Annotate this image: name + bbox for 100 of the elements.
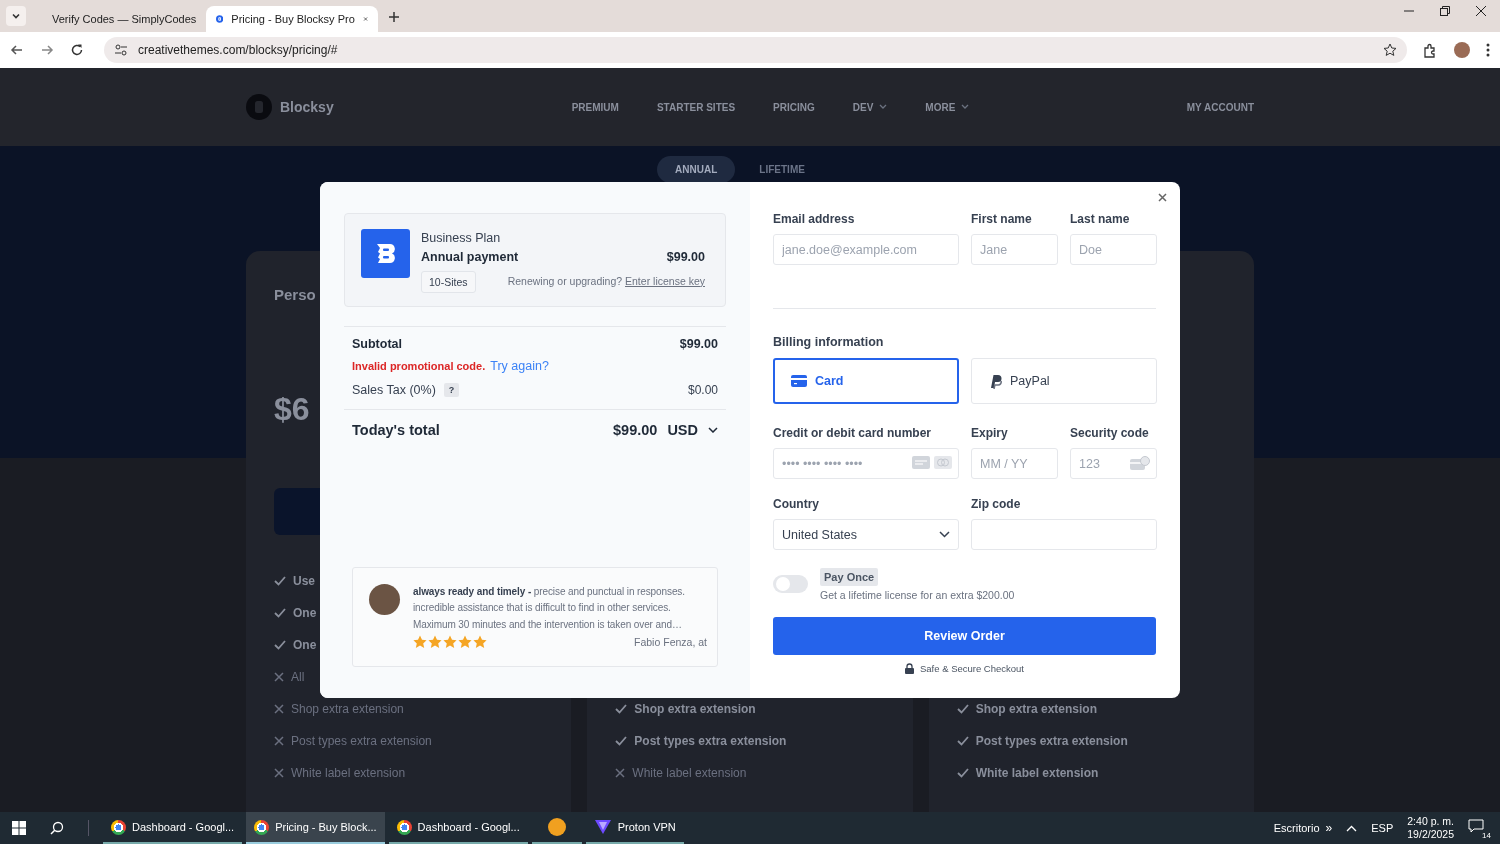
clock-time[interactable]: 2:40 p. m.	[1407, 815, 1454, 828]
tax-label: Sales Tax (0%)	[352, 383, 436, 397]
feature-text: Post types extra extension	[291, 734, 432, 748]
feature-text: Use	[293, 574, 315, 588]
toolbar-overflow[interactable]: »	[1325, 821, 1333, 835]
feature-text: One	[293, 606, 317, 620]
feature-text: One	[293, 638, 317, 652]
site-info-icon[interactable]	[114, 44, 128, 56]
feature-text: White label extension	[975, 766, 1099, 780]
extensions-icon[interactable]	[1423, 42, 1438, 58]
nav-link[interactable]: PREMIUM	[571, 101, 619, 113]
feature-text: Post types extra extension	[634, 734, 787, 748]
avatar	[369, 583, 400, 615]
country-select[interactable]: United States	[773, 519, 959, 550]
try-again-link[interactable]: Try again?	[490, 359, 549, 373]
taskbar-app[interactable]: Dashboard - Googl...	[388, 812, 528, 844]
card-brand-icon	[934, 456, 952, 469]
reload-icon[interactable]	[70, 43, 84, 57]
plan-name: Business Plan	[421, 230, 502, 246]
nav-link[interactable]: PRICING	[773, 101, 815, 113]
restore-icon[interactable]	[1440, 6, 1450, 16]
input-field[interactable]: •••• •••• •••• ••••	[773, 448, 959, 479]
address-field[interactable]: creativethemes.com/blocksy/pricing/#	[104, 37, 1407, 63]
pay-once-description: Get a lifetime license for an extra $200.00	[820, 589, 1015, 601]
input-field[interactable]: 123	[1070, 448, 1157, 479]
renew-prompt: Renewing or upgrading? Enter license key	[507, 274, 705, 287]
security-code-icon	[1130, 456, 1150, 470]
browser-tab[interactable]: Verify Codes — SimplyCodes	[34, 6, 206, 32]
new-tab-icon[interactable]	[388, 11, 400, 23]
nav-link[interactable]: MORE	[925, 101, 956, 113]
toggle-switch[interactable]	[773, 575, 808, 593]
billing-period-tab[interactable]: LIFETIME	[741, 156, 823, 183]
nav-link[interactable]: DEV	[852, 101, 874, 113]
chevron-down-icon	[939, 531, 950, 538]
input-field[interactable]	[971, 519, 1157, 550]
taskbar-app[interactable]: Pricing - Buy Block...	[246, 812, 385, 844]
subtotal-value: $99.00	[679, 337, 718, 351]
total-label: Today's total	[352, 422, 440, 438]
profile-avatar[interactable]	[1454, 42, 1470, 58]
feature-text: Shop extra extension	[634, 702, 756, 716]
lock-icon	[904, 663, 914, 674]
star-icon	[443, 635, 457, 649]
account-link[interactable]: MY ACCOUNT	[1186, 101, 1254, 113]
field-label: Security code	[1070, 426, 1150, 440]
browser-tab[interactable]: Pricing - Buy Blocksy Pro	[206, 6, 378, 32]
windows-start-icon[interactable]	[12, 821, 26, 835]
field-label: Expiry	[971, 426, 1009, 440]
site-logo[interactable]: Blocksy	[280, 99, 334, 115]
clock-date[interactable]: 19/2/2025	[1407, 828, 1454, 841]
star-icon	[473, 635, 487, 649]
field-label: Zip code	[971, 497, 1022, 511]
billing-period-tab[interactable]: ANNUAL	[657, 156, 736, 183]
close-icon[interactable]	[1158, 193, 1167, 202]
nav-link[interactable]: STARTER SITES	[656, 101, 736, 113]
field-label: Last name	[1070, 212, 1131, 226]
pay-once-badge: Pay Once	[820, 568, 879, 586]
close-icon[interactable]	[1476, 6, 1486, 16]
license-key-link[interactable]: Enter license key	[625, 274, 705, 287]
bookmark-star-icon[interactable]	[1383, 43, 1397, 57]
chevron-down-icon	[708, 427, 718, 433]
field-label: Country	[773, 497, 820, 511]
search-icon[interactable]	[50, 821, 64, 835]
tab-list-button[interactable]	[6, 6, 26, 26]
taskbar-app[interactable]: Dashboard - Googl...	[103, 812, 243, 844]
plan-name: Perso	[274, 285, 316, 305]
field-label: First name	[971, 212, 1033, 226]
input-field[interactable]: Doe	[1070, 234, 1157, 265]
payment-method-option[interactable]: PayPal	[971, 358, 1157, 404]
chevron-up-icon[interactable]	[1346, 824, 1358, 832]
caret-icon[interactable]	[879, 104, 888, 110]
vpn-shield-icon	[593, 819, 612, 835]
star-icon	[413, 635, 427, 649]
input-field[interactable]: MM / YY	[971, 448, 1058, 479]
help-badge[interactable]: ?	[443, 383, 460, 397]
payment-method-option[interactable]: Card	[773, 358, 959, 404]
desktop-label[interactable]: Escritorio	[1273, 822, 1320, 834]
input-field[interactable]: jane.doe@example.com	[773, 234, 959, 265]
credit-card-icon	[791, 375, 807, 387]
billing-cycle: Annual payment	[421, 250, 519, 264]
currency-select[interactable]: USD	[667, 422, 718, 438]
section-title: Billing information	[773, 335, 885, 349]
card-brand-icon	[912, 456, 930, 469]
feature-text: All	[291, 670, 305, 684]
plan-price: $6	[274, 390, 310, 429]
back-icon[interactable]	[10, 43, 24, 57]
language-indicator[interactable]: ESP	[1371, 822, 1394, 834]
sites-badge: 10-Sites	[421, 271, 476, 293]
menu-icon[interactable]	[1486, 43, 1490, 57]
caret-icon[interactable]	[961, 104, 970, 110]
testimonial-text: always ready and timely - precise and punctual in responses. incredible assistance that is difficult to find in other services. Maximum 30 minutes and the intervention is taken over and…	[413, 584, 686, 632]
star-icon	[428, 635, 442, 649]
secure-checkout-note: Safe & Secure Checkout	[919, 663, 1024, 674]
total-value: $99.00	[613, 422, 658, 438]
tax-value: $0.00	[687, 383, 718, 397]
forward-icon[interactable]	[40, 43, 54, 57]
feature-text: Shop extra extension	[975, 702, 1098, 716]
input-field[interactable]: Jane	[971, 234, 1058, 265]
review-order-button[interactable]: Review Order	[773, 617, 1156, 655]
taskbar-app[interactable]: Proton VPN	[585, 812, 684, 844]
chrome-icon	[111, 819, 126, 835]
